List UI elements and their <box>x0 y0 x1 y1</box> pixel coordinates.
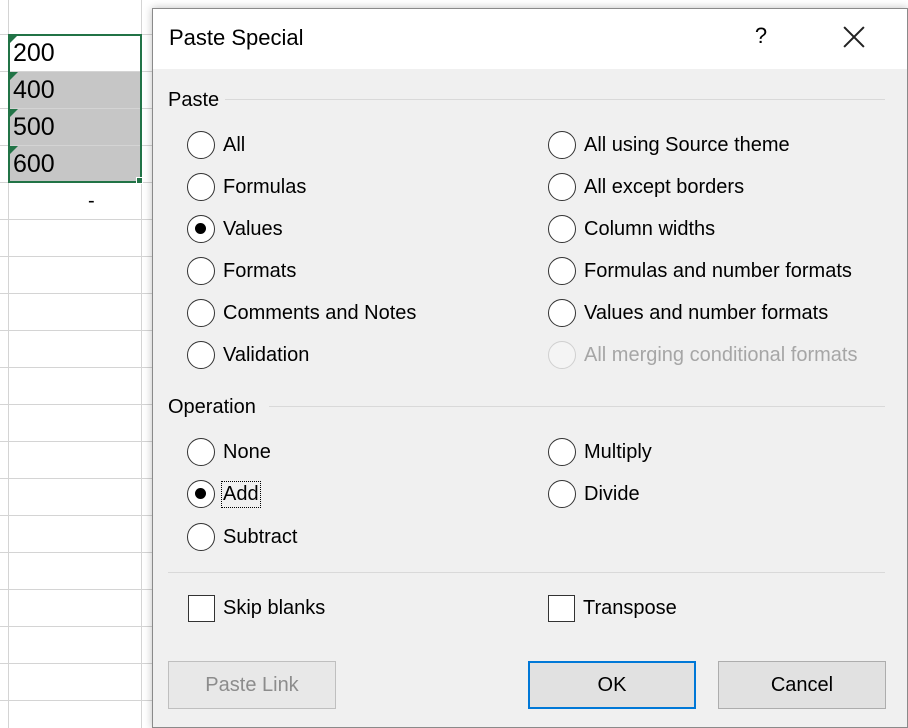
radio-button-selected[interactable] <box>187 480 215 508</box>
dialog-titlebar: Paste Special ? <box>153 9 907 69</box>
option-label: Column widths <box>584 217 716 240</box>
operation-option-none[interactable]: None <box>187 437 271 467</box>
cell-a2[interactable]: 400 <box>9 72 140 108</box>
option-label: Values and number formats <box>584 301 829 324</box>
radio-button-disabled <box>548 341 576 369</box>
radio-button[interactable] <box>548 173 576 201</box>
option-label: Comments and Notes <box>223 301 417 324</box>
paste-link-button[interactable]: Paste Link <box>168 661 336 709</box>
cell-a4[interactable]: 600 <box>9 146 140 182</box>
radio-button-selected[interactable] <box>187 215 215 243</box>
ok-button[interactable]: OK <box>528 661 696 709</box>
checkbox[interactable] <box>188 594 215 622</box>
paste-option-validation[interactable]: Validation <box>187 340 309 370</box>
options-divider <box>168 572 885 573</box>
paste-option-column-widths[interactable]: Column widths <box>548 214 715 244</box>
cancel-button[interactable]: Cancel <box>718 661 886 709</box>
radio-button[interactable] <box>548 257 576 285</box>
cell-a1[interactable]: 200 <box>9 35 140 71</box>
transpose-checkbox[interactable]: Transpose <box>548 593 677 623</box>
error-indicator-icon <box>9 146 18 155</box>
help-button[interactable]: ? <box>749 23 773 49</box>
checkbox-label: Skip blanks <box>223 596 326 619</box>
paste-option-formulas[interactable]: Formulas <box>187 172 306 202</box>
error-indicator-icon <box>9 72 18 81</box>
radio-button[interactable] <box>187 341 215 369</box>
column-gridline <box>141 0 142 728</box>
radio-button[interactable] <box>187 523 215 551</box>
paste-option-values-and-number-formats[interactable]: Values and number formats <box>548 298 828 328</box>
paste-option-comments-and-notes[interactable]: Comments and Notes <box>187 298 416 328</box>
cell-a5-text: - <box>88 190 95 212</box>
radio-button[interactable] <box>187 438 215 466</box>
operation-group-label: Operation <box>168 396 256 418</box>
option-label: Values <box>223 217 283 240</box>
paste-option-all[interactable]: All <box>187 130 245 160</box>
radio-button[interactable] <box>548 438 576 466</box>
option-label: Multiply <box>584 440 652 463</box>
operation-option-add[interactable]: Add <box>187 479 261 509</box>
checkbox[interactable] <box>548 594 575 622</box>
option-label: None <box>223 440 271 463</box>
option-label: All except borders <box>584 175 745 198</box>
cell-value: 400 <box>13 76 55 104</box>
cell-value: 600 <box>13 150 55 178</box>
option-label: Validation <box>223 343 310 366</box>
operation-group-divider <box>269 406 885 407</box>
dialog-title: Paste Special <box>169 25 304 50</box>
paste-special-dialog: Paste Special ? Paste All Formulas Value… <box>152 8 908 728</box>
option-label: Formulas and number formats <box>584 259 852 282</box>
option-label: Divide <box>584 482 640 505</box>
operation-option-divide[interactable]: Divide <box>548 479 640 509</box>
paste-option-all-merging-conditional-formats: All merging conditional formats <box>548 340 857 370</box>
cell-value: 200 <box>13 39 55 67</box>
paste-option-all-using-source-theme[interactable]: All using Source theme <box>548 130 790 160</box>
radio-button[interactable] <box>187 131 215 159</box>
close-icon[interactable] <box>839 23 869 53</box>
paste-option-formulas-and-number-formats[interactable]: Formulas and number formats <box>548 256 852 286</box>
error-indicator-icon <box>9 109 18 118</box>
fill-handle[interactable] <box>136 177 143 184</box>
radio-button[interactable] <box>187 299 215 327</box>
option-label: All using Source theme <box>584 133 790 156</box>
paste-option-all-except-borders[interactable]: All except borders <box>548 172 744 202</box>
radio-button[interactable] <box>548 299 576 327</box>
cell-a3[interactable]: 500 <box>9 109 140 145</box>
paste-option-formats[interactable]: Formats <box>187 256 296 286</box>
option-label: Subtract <box>223 525 298 548</box>
option-label: Add <box>221 480 261 508</box>
radio-button[interactable] <box>548 131 576 159</box>
option-label: Formulas <box>223 175 307 198</box>
operation-option-multiply[interactable]: Multiply <box>548 437 652 467</box>
paste-group-divider <box>225 99 885 100</box>
radio-button[interactable] <box>187 257 215 285</box>
option-label: All merging conditional formats <box>584 343 858 366</box>
paste-option-values[interactable]: Values <box>187 214 283 244</box>
checkbox-label: Transpose <box>583 596 677 619</box>
operation-option-subtract[interactable]: Subtract <box>187 522 297 552</box>
option-label: Formats <box>223 259 297 282</box>
radio-button[interactable] <box>548 215 576 243</box>
option-label: All <box>223 133 246 156</box>
skip-blanks-checkbox[interactable]: Skip blanks <box>188 593 325 623</box>
radio-button[interactable] <box>548 480 576 508</box>
cell-value: 500 <box>13 113 55 141</box>
paste-group-label: Paste <box>168 89 220 111</box>
radio-button[interactable] <box>187 173 215 201</box>
error-indicator-icon <box>9 35 18 44</box>
